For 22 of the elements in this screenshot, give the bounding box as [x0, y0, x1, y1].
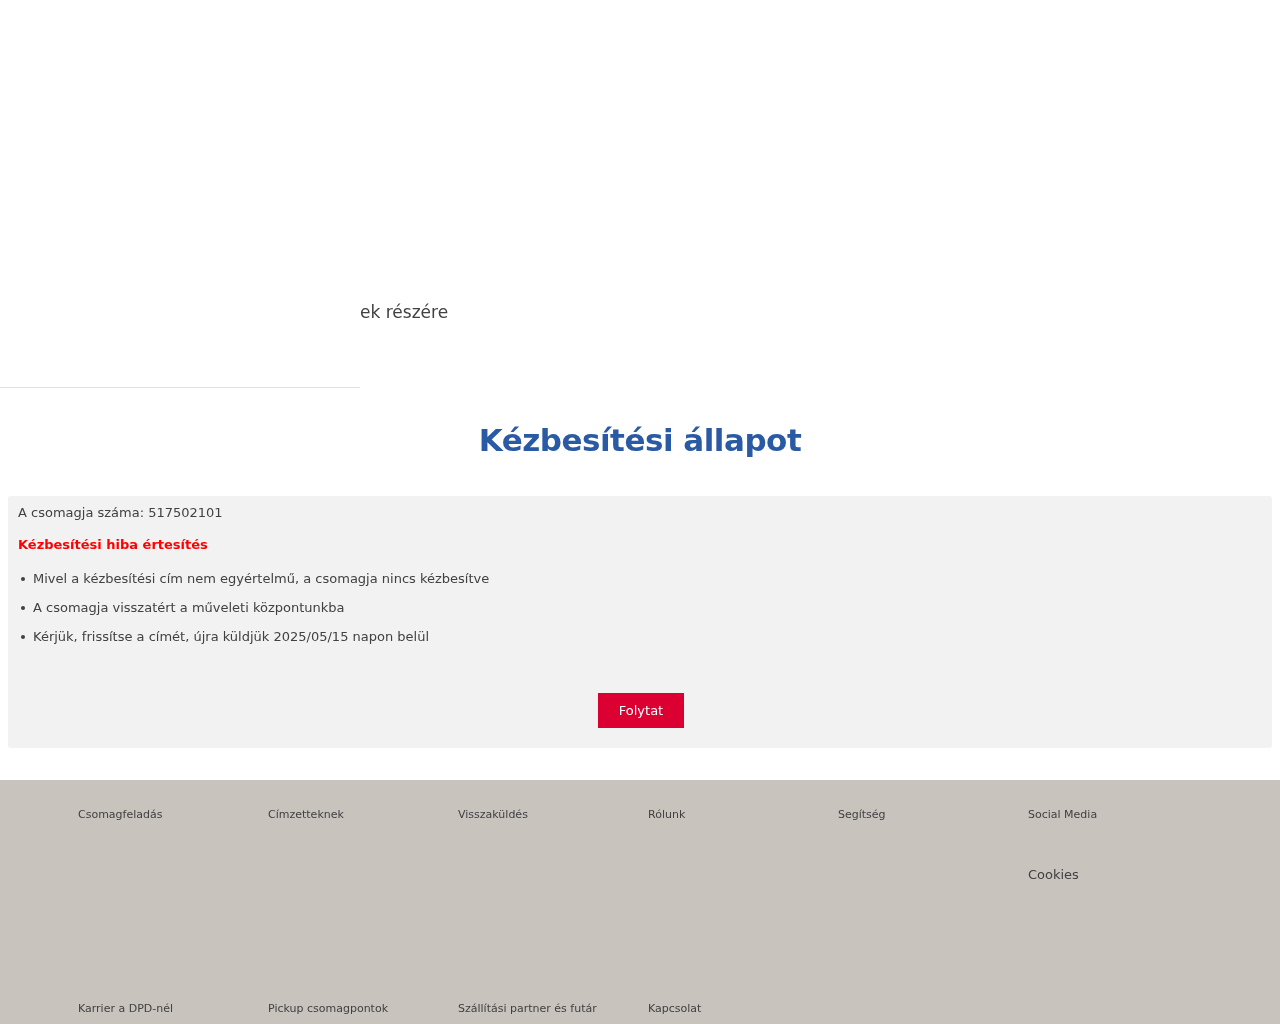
footer-link[interactable]: Social Media — [1028, 780, 1218, 842]
footer-link[interactable]: Címzetteknek — [268, 780, 458, 842]
footer-link[interactable]: Csomagfeladás — [78, 780, 268, 842]
footer-link[interactable]: Szállítási partner és futár — [458, 974, 648, 1024]
status-message: Mivel a kézbesítési cím nem egyértelmű, a csomagja nincs kézbesítve — [33, 570, 490, 588]
bullet-icon — [21, 635, 25, 639]
footer-link[interactable]: Rólunk — [648, 780, 838, 842]
footer-link[interactable]: Cookies — [1028, 842, 1218, 974]
footer-link[interactable]: Karrier a DPD-nél — [78, 974, 268, 1024]
parcel-number: A csomagja száma: 517502101 — [18, 504, 224, 522]
footer-link[interactable]: Segítség — [838, 780, 1028, 842]
status-message: Kérjük, frissítse a címét, újra küldjük 2025/05/15 napon belül — [33, 628, 430, 646]
continue-button[interactable]: Folytat — [598, 693, 684, 728]
page-title: Kézbesítési állapot — [477, 421, 803, 460]
status-message: A csomagja visszatért a műveleti központunkba — [33, 599, 345, 617]
footer-link[interactable]: Kapcsolat — [648, 974, 838, 1024]
bullet-icon — [21, 577, 25, 581]
footer-link[interactable]: Visszaküldés — [458, 780, 648, 842]
header-text: ek részére — [360, 302, 449, 322]
bullet-icon — [21, 606, 25, 610]
alert-heading: Kézbesítési hiba értesítés — [18, 536, 209, 554]
footer-link[interactable]: Pickup csomagpontok — [268, 974, 458, 1024]
